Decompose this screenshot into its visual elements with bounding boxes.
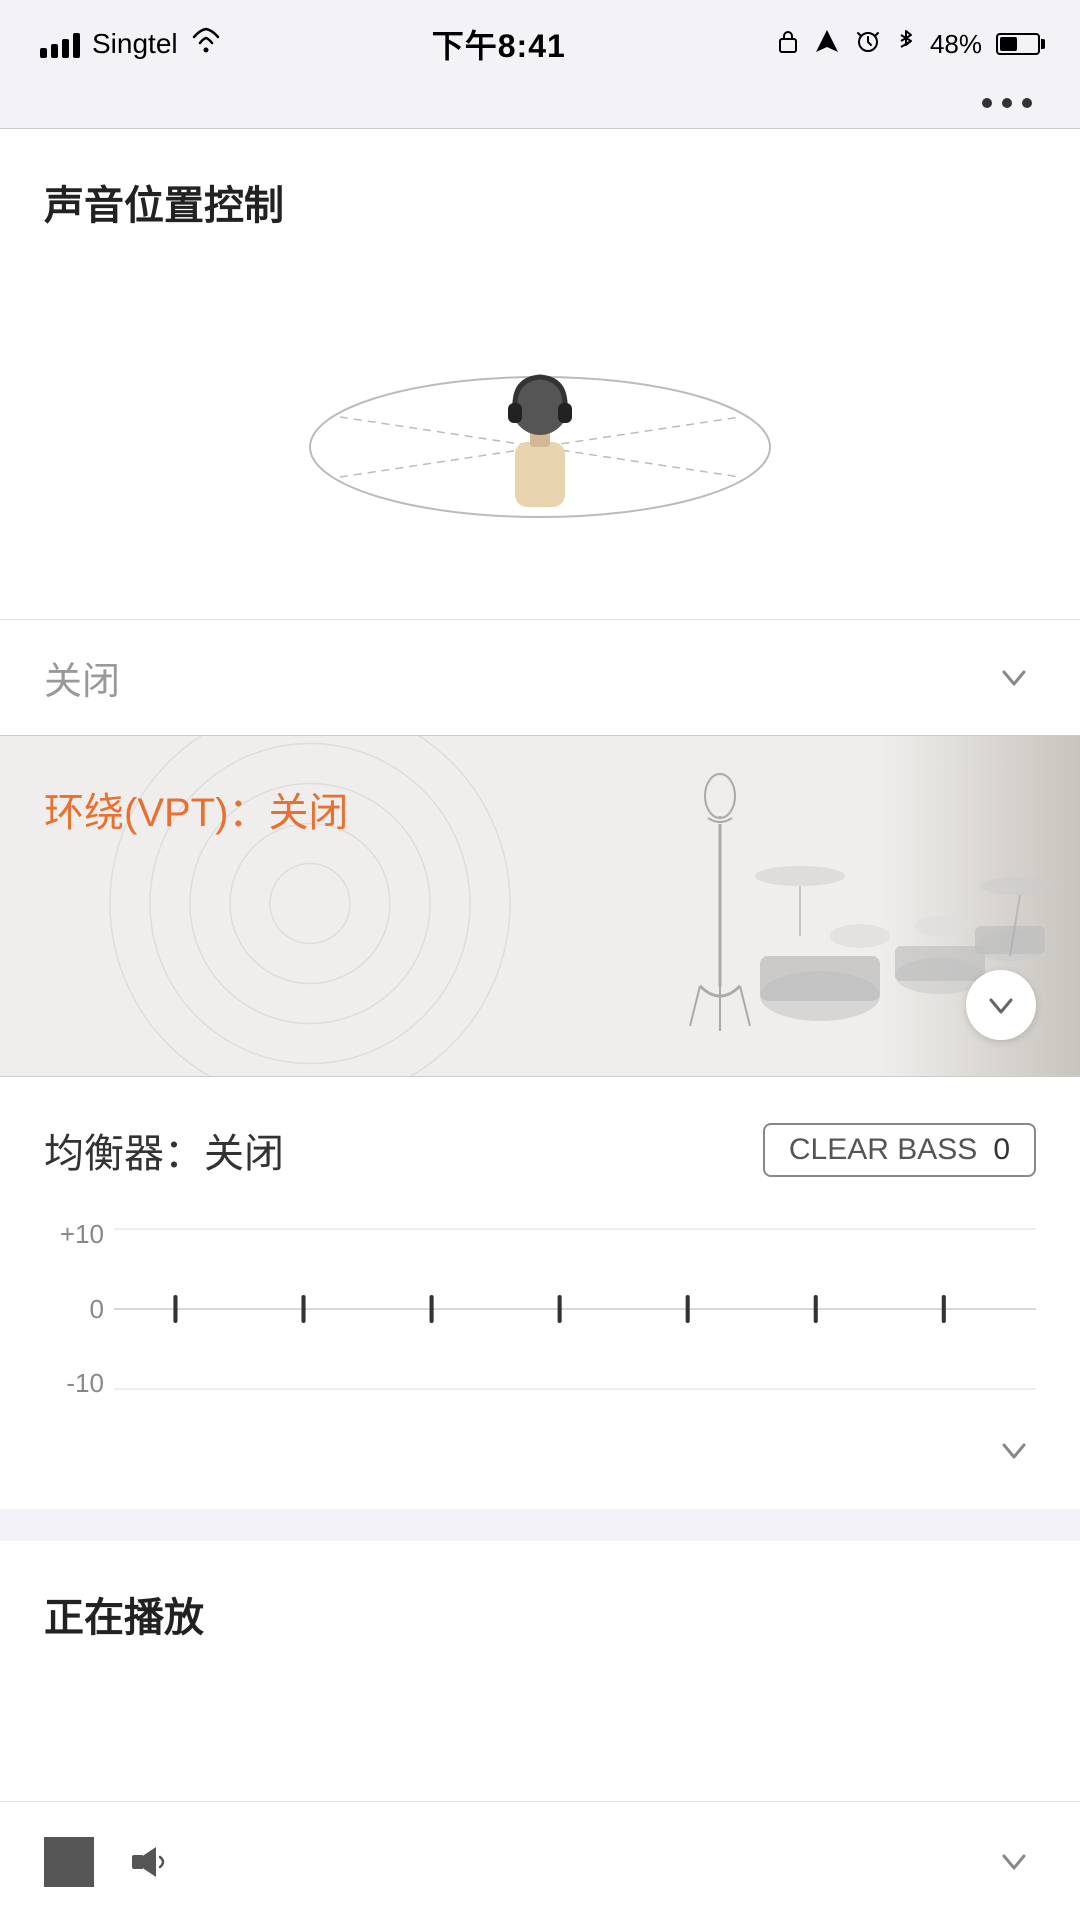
sound-position-value: 关闭 <box>44 650 120 705</box>
menu-dots-row <box>0 88 1080 128</box>
position-svg <box>260 287 820 527</box>
signal-icon <box>40 30 80 58</box>
eq-y-labels: +10 0 -10 <box>44 1209 114 1409</box>
bluetooth-icon <box>896 27 916 62</box>
vpt-chevron-button[interactable] <box>966 970 1036 1040</box>
volume-button[interactable] <box>130 1843 178 1881</box>
eq-graph-area <box>114 1209 1036 1409</box>
eq-y-top: +10 <box>44 1219 114 1250</box>
equalizer-section: 均衡器：关闭 CLEAR BASS 0 +10 0 -10 <box>0 1077 1080 1509</box>
bottom-left <box>44 1837 178 1887</box>
eq-y-mid: 0 <box>44 1294 114 1325</box>
battery-icon <box>996 33 1040 55</box>
status-time: 下午8:41 <box>432 21 566 67</box>
playing-now-title: 正在播放 <box>44 1585 1036 1643</box>
eq-title: 均衡器：关闭 <box>44 1121 284 1179</box>
eq-y-bot: -10 <box>44 1368 114 1399</box>
eq-value: 关闭 <box>204 1132 284 1176</box>
vpt-section: 环绕(VPT)：关闭 <box>0 736 1080 1076</box>
battery-percent: 48% <box>930 29 982 60</box>
carrier-name: Singtel <box>92 28 178 60</box>
sound-position-illustration <box>44 267 1036 547</box>
vpt-value: 关闭 <box>268 791 348 835</box>
stop-button[interactable] <box>44 1837 94 1887</box>
eq-header: 均衡器：关闭 CLEAR BASS 0 <box>44 1121 1036 1179</box>
status-right: 48% <box>776 27 1040 62</box>
status-left: Singtel <box>40 27 222 62</box>
sound-position-chevron[interactable] <box>992 656 1036 700</box>
vpt-label: 环绕(VPT)： <box>44 791 268 835</box>
status-bar: Singtel 下午8:41 <box>0 0 1080 88</box>
eq-graph: +10 0 -10 <box>44 1209 1036 1409</box>
playing-now-chevron[interactable] <box>992 1840 1036 1884</box>
gap-1 <box>0 1509 1080 1525</box>
wifi-icon <box>190 27 222 62</box>
clear-bass-label: CLEAR BASS <box>789 1133 977 1167</box>
volume-icon <box>130 1843 178 1881</box>
clear-bass-value: 0 <box>993 1133 1010 1167</box>
eq-graph-svg <box>114 1209 1036 1409</box>
bottom-controls <box>0 1801 1080 1921</box>
clear-bass-badge[interactable]: CLEAR BASS 0 <box>763 1123 1036 1177</box>
alarm-icon <box>854 27 882 62</box>
navigation-icon <box>814 28 840 61</box>
eq-chevron-button[interactable] <box>992 1429 1036 1473</box>
sound-position-section: 声音位置控制 <box>0 129 1080 619</box>
sound-position-dropdown[interactable]: 关闭 <box>0 619 1080 735</box>
more-options-button[interactable] <box>982 98 1032 108</box>
eq-label: 均衡器： <box>44 1132 204 1176</box>
sound-position-title: 声音位置控制 <box>44 173 1036 231</box>
microphone-stand <box>680 766 760 1046</box>
drum-kit <box>740 796 1080 1076</box>
eq-dropdown-row[interactable] <box>44 1419 1036 1479</box>
lock-icon <box>776 27 800 62</box>
